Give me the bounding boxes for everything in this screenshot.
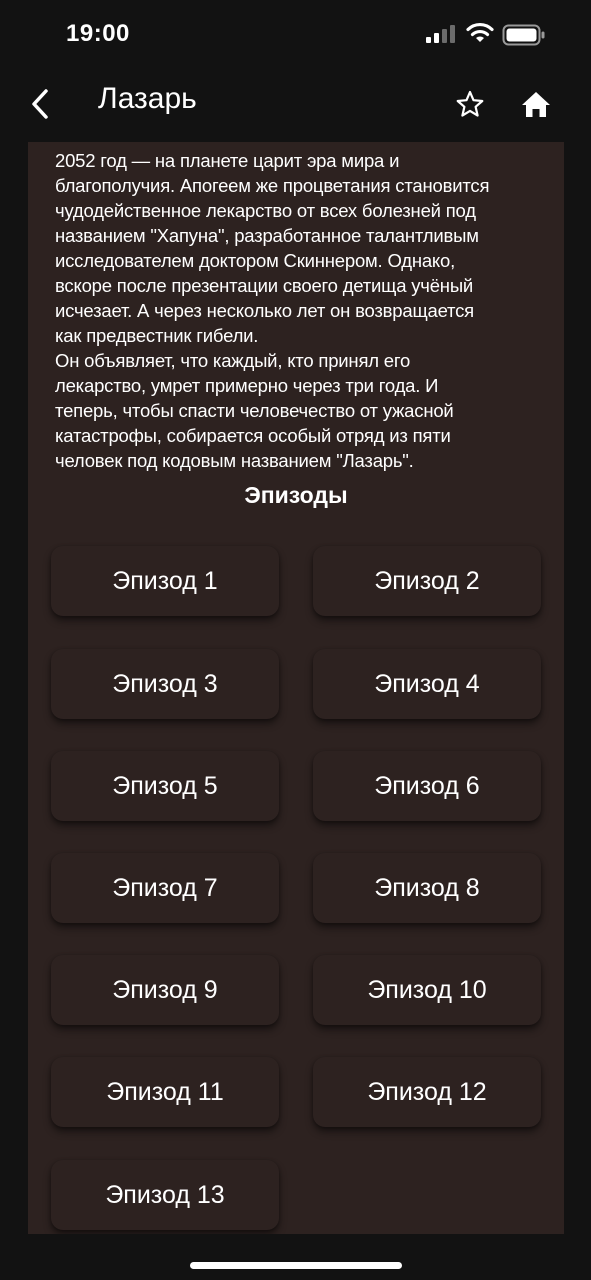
episode-button-7[interactable]: Эпизод 7 <box>51 853 279 923</box>
episode-button-4[interactable]: Эпизод 4 <box>313 649 541 719</box>
episode-button-6[interactable]: Эпизод 6 <box>313 751 541 821</box>
chevron-left-icon <box>32 89 48 119</box>
screen: 19:00 Лазарь 2052 год — на планете царит… <box>0 0 591 1280</box>
episodes-heading: Эпизоды <box>244 482 348 508</box>
wifi-icon <box>466 22 494 42</box>
episode-button-10[interactable]: Эпизод 10 <box>313 955 541 1025</box>
content-panel: 2052 год — на планете царит эра мира и б… <box>28 142 564 1234</box>
home-button[interactable] <box>516 84 556 124</box>
series-description: 2052 год — на планете царит эра мира и б… <box>55 150 490 471</box>
home-indicator[interactable] <box>190 1262 402 1269</box>
favorite-button[interactable] <box>450 84 490 124</box>
home-icon <box>522 92 550 117</box>
episode-button-5[interactable]: Эпизод 5 <box>51 751 279 821</box>
page-title: Лазарь <box>98 82 197 115</box>
episode-button-8[interactable]: Эпизод 8 <box>313 853 541 923</box>
back-button[interactable] <box>20 84 60 124</box>
status-time: 19:00 <box>66 20 130 47</box>
episode-button-9[interactable]: Эпизод 9 <box>51 955 279 1025</box>
episode-button-13[interactable]: Эпизод 13 <box>51 1160 279 1230</box>
cellular-signal-icon <box>426 25 455 43</box>
status-bar: 19:00 <box>0 0 591 70</box>
star-icon <box>456 90 484 117</box>
episode-button-11[interactable]: Эпизод 11 <box>51 1057 279 1127</box>
header: Лазарь <box>0 70 591 142</box>
episode-button-1[interactable]: Эпизод 1 <box>51 546 279 616</box>
episode-button-2[interactable]: Эпизод 2 <box>313 546 541 616</box>
episode-button-12[interactable]: Эпизод 12 <box>313 1057 541 1127</box>
battery-icon <box>502 24 545 46</box>
episode-button-3[interactable]: Эпизод 3 <box>51 649 279 719</box>
